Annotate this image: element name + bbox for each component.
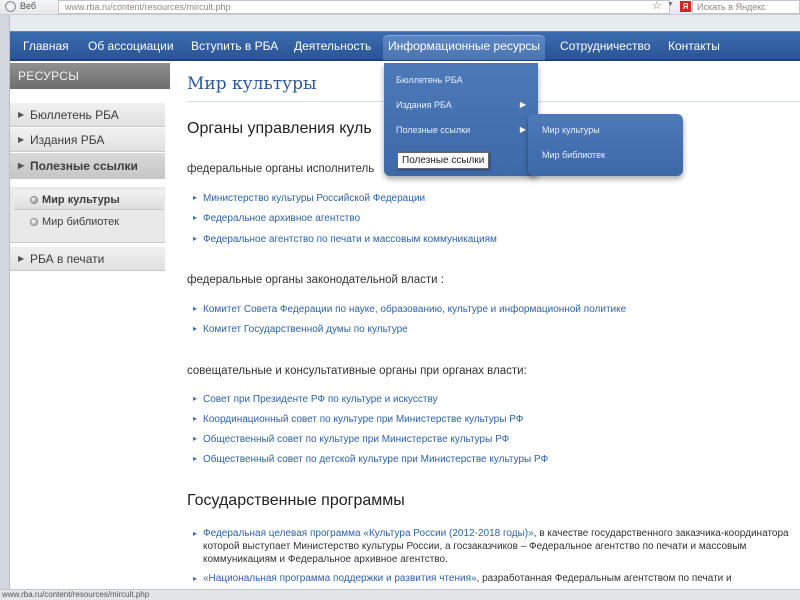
nav-item-about[interactable]: Об ассоциации [83, 32, 179, 60]
sidebar-subitem-culture[interactable]: Мир культуры [14, 190, 164, 210]
section-heading-governance: Органы управления куль [187, 120, 372, 137]
sidebar-header: РЕСУРСЫ [10, 63, 170, 89]
link-president-council[interactable]: ▸ Совет при Президенте РФ по культуре и … [193, 394, 438, 405]
dropdown-item-useful-links[interactable]: Полезные ссылки ▶ [396, 125, 526, 135]
link-culture-russia-program[interactable]: Федеральная целевая программа «Культура … [203, 528, 534, 539]
triangle-right-icon: ▶ [18, 161, 25, 170]
nav-item-resources[interactable]: Информационные ресурсы [383, 35, 546, 60]
star-icon[interactable]: ☆ [652, 0, 662, 12]
sidebar-item-label: РБА в печати [30, 252, 105, 266]
yandex-search-icon[interactable]: Я [680, 1, 691, 12]
link-reading-program[interactable]: «Национальная программа поддержки и разв… [203, 573, 477, 584]
program-item-reading: ▸ «Национальная программа поддержки и ра… [193, 573, 732, 584]
sidebar-subitem-label: Мир культуры [42, 194, 120, 206]
nav-item-join[interactable]: Вступить в РБА [186, 32, 283, 60]
radio-dot-icon [30, 218, 38, 226]
sidebar-item-useful-links[interactable]: ▶ Полезные ссылки [10, 153, 165, 179]
link-federation-council-committee[interactable]: ▸ Комитет Совета Федерации по науке, обр… [193, 304, 626, 315]
sidebar-item-label: Полезные ссылки [30, 159, 138, 173]
link-press-agency[interactable]: ▸ Федеральное агентство по печати и масс… [193, 234, 497, 245]
sidebar-item-publications[interactable]: ▶ Издания РБА [10, 128, 165, 152]
group-label-legislative: федеральные органы законодательной власт… [187, 274, 444, 286]
submenu-item-culture[interactable]: Мир культуры [542, 125, 600, 135]
nav-item-activity[interactable]: Деятельность [289, 32, 376, 60]
browser-toolbar: Веб www.rba.ru/content/resources/mircult… [0, 0, 800, 15]
bullet-icon: ▸ [193, 394, 198, 403]
bullet-icon: ▸ [193, 304, 198, 313]
bullet-icon: ▸ [193, 414, 198, 423]
triangle-right-icon: ▶ [18, 110, 25, 119]
submenu-item-libraries[interactable]: Мир библиотек [542, 150, 605, 160]
site-header-strip [10, 15, 800, 31]
page-title: Мир культуры [187, 74, 317, 94]
triangle-right-icon: ▶ [18, 135, 25, 144]
status-bar: www.rba.ru/content/resources/mircult.php [0, 589, 800, 600]
chevron-down-icon[interactable]: ▼ [667, 1, 674, 8]
sidebar: РЕСУРСЫ ▶ Бюллетень РБА ▶ Издания РБА ▶ … [10, 63, 170, 600]
search-input[interactable]: Искать в Яндекс [692, 0, 800, 14]
useful-links-submenu: Мир культуры Мир библиотек [528, 114, 683, 176]
address-bar[interactable]: www.rba.ru/content/resources/mircult.php [58, 0, 670, 14]
main-navigation: Главная Об ассоциации Вступить в РБА Дея… [10, 31, 800, 61]
link-duma-committee[interactable]: ▸ Комитет Государственной думы по культу… [193, 324, 408, 335]
link-ministry-culture[interactable]: ▸ Министерство культуры Российской Федер… [193, 193, 425, 204]
bullet-icon: ▸ [193, 529, 198, 538]
radio-dot-icon [30, 196, 38, 204]
arrow-right-icon: ▶ [519, 100, 526, 109]
dropdown-item-bulletin[interactable]: Бюллетень РБА [396, 75, 526, 85]
group-label-advisory: совещательные и консультативные органы п… [187, 365, 527, 377]
dropdown-item-publications[interactable]: Издания РБА ▶ [396, 100, 526, 110]
nav-item-home[interactable]: Главная [18, 32, 74, 60]
sidebar-item-bulletin[interactable]: ▶ Бюллетень РБА [10, 103, 165, 127]
bullet-icon: ▸ [193, 574, 198, 583]
nav-item-contacts[interactable]: Контакты [663, 32, 725, 60]
bullet-icon: ▸ [193, 213, 198, 222]
triangle-right-icon: ▶ [18, 254, 25, 263]
nav-item-cooperation[interactable]: Сотрудничество [555, 32, 655, 60]
link-coordination-council[interactable]: ▸ Координационный совет по культуре при … [193, 414, 523, 425]
sidebar-subitem-libraries[interactable]: Мир библиотек [14, 212, 164, 232]
bullet-icon: ▸ [193, 193, 198, 202]
sidebar-subitem-label: Мир библиотек [42, 216, 120, 228]
sidebar-item-label: Бюллетень РБА [30, 108, 119, 122]
group-label-executive: федеральные органы исполнитель [187, 163, 375, 175]
tooltip: Полезные ссылки [397, 152, 490, 169]
link-children-council[interactable]: ▸ Общественный совет по детской культуре… [193, 454, 548, 465]
bullet-icon: ▸ [193, 454, 198, 463]
link-archive-agency[interactable]: ▸ Федеральное архивное агентство [193, 213, 360, 224]
sidebar-item-press[interactable]: ▶ РБА в печати [10, 247, 165, 271]
globe-icon [5, 1, 16, 12]
bullet-icon: ▸ [193, 324, 198, 333]
bullet-icon: ▸ [193, 434, 198, 443]
program-item-culture-russia: ▸ Федеральная целевая программа «Культур… [193, 528, 789, 565]
web-label: Веб [20, 1, 37, 11]
bullet-icon: ▸ [193, 234, 198, 243]
sidebar-subpanel: Мир культуры Мир библиотек [10, 187, 165, 243]
page-gutter [0, 15, 10, 600]
sidebar-item-label: Издания РБА [30, 133, 105, 147]
link-public-council[interactable]: ▸ Общественный совет по культуре при Мин… [193, 434, 509, 445]
arrow-right-icon: ▶ [519, 125, 526, 134]
section-heading-programs: Государственные программы [187, 492, 405, 509]
